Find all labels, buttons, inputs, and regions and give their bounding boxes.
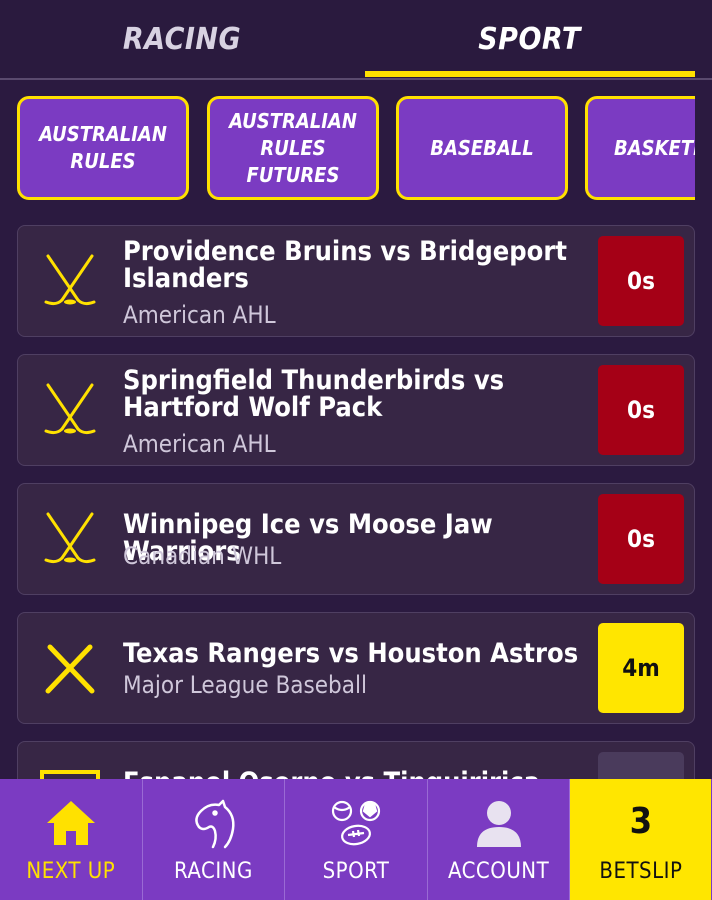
chip-label-line: RULES (70, 149, 136, 173)
sport-page: RACING SPORT AUSTRALIAN RULES AUSTRALIAN… (0, 0, 712, 900)
event-row[interactable]: Springfield Thunderbirds vs Hartford Wol… (17, 354, 695, 466)
nav-label: RACING (173, 859, 253, 884)
sport-category-scroller[interactable]: AUSTRALIAN RULES AUSTRALIAN RULES FUTURE… (0, 96, 695, 202)
hockey-sticks-icon (44, 254, 96, 306)
event-time-badge: 4m (598, 623, 684, 713)
event-time-badge: 0s (598, 236, 684, 326)
category-basketball[interactable]: BASKETBALL (585, 96, 695, 200)
chip-label-line: BASKETBALL (614, 135, 695, 160)
top-tabs: RACING SPORT (0, 0, 712, 80)
nav-label: BETSLIP (599, 859, 683, 884)
nav-betslip[interactable]: 3 BETSLIP (570, 779, 712, 900)
event-league: American AHL (123, 430, 276, 458)
tab-sport[interactable]: SPORT (364, 0, 695, 78)
nav-label: ACCOUNT (447, 859, 550, 884)
nav-label: SPORT (322, 859, 390, 884)
chip-label-line: AUSTRALIAN (39, 122, 167, 146)
chip-label-line: BASEBALL (430, 135, 534, 160)
nav-next-up[interactable]: NEXT UP (0, 779, 143, 900)
event-time-badge: 0s (598, 365, 684, 455)
chip-label-line: RULES (260, 135, 326, 160)
event-time-badge: 0s (598, 494, 684, 584)
category-australian-rules[interactable]: AUSTRALIAN RULES (17, 96, 189, 200)
category-australian-rules-futures[interactable]: AUSTRALIAN RULES FUTURES (207, 96, 379, 200)
hockey-sticks-icon (44, 512, 96, 564)
chip-label-line: FUTURES (246, 162, 340, 187)
active-tab-indicator (365, 71, 695, 77)
bottom-navigation: NEXT UP RACING SPORT ACCOUNT 3 BETSLIP (0, 779, 712, 900)
sports-balls-icon (331, 800, 381, 846)
event-title: Springfield Thunderbirds vs Hartford Wol… (123, 365, 505, 423)
event-row[interactable]: Texas Rangers vs Houston Astros Major Le… (17, 612, 695, 724)
event-league: Major League Baseball (123, 671, 367, 699)
category-baseball[interactable]: BASEBALL (396, 96, 568, 200)
user-icon (476, 801, 521, 847)
nav-sport[interactable]: SPORT (285, 779, 428, 900)
event-title: Texas Rangers vs Houston Astros (123, 638, 579, 669)
event-league: American AHL (123, 301, 276, 329)
tab-racing[interactable]: RACING (0, 0, 364, 78)
event-row[interactable]: Providence Bruins vs Bridgeport Islander… (17, 225, 695, 337)
event-row[interactable]: Winnipeg Ice vs Moose Jaw Warriors Canad… (17, 483, 695, 595)
chip-label-line: AUSTRALIAN (229, 108, 357, 133)
nav-racing[interactable]: RACING (143, 779, 286, 900)
hockey-sticks-icon (44, 383, 96, 435)
event-title: Providence Bruins vs Bridgeport Islander… (123, 236, 567, 294)
nav-label: NEXT UP (26, 859, 116, 884)
event-league: Canadian WHL (123, 542, 282, 570)
betslip-count-badge: 3 (629, 801, 653, 842)
nav-account[interactable]: ACCOUNT (428, 779, 571, 900)
horse-head-icon (195, 799, 235, 849)
home-icon (46, 801, 95, 845)
baseball-bats-icon (45, 644, 95, 694)
